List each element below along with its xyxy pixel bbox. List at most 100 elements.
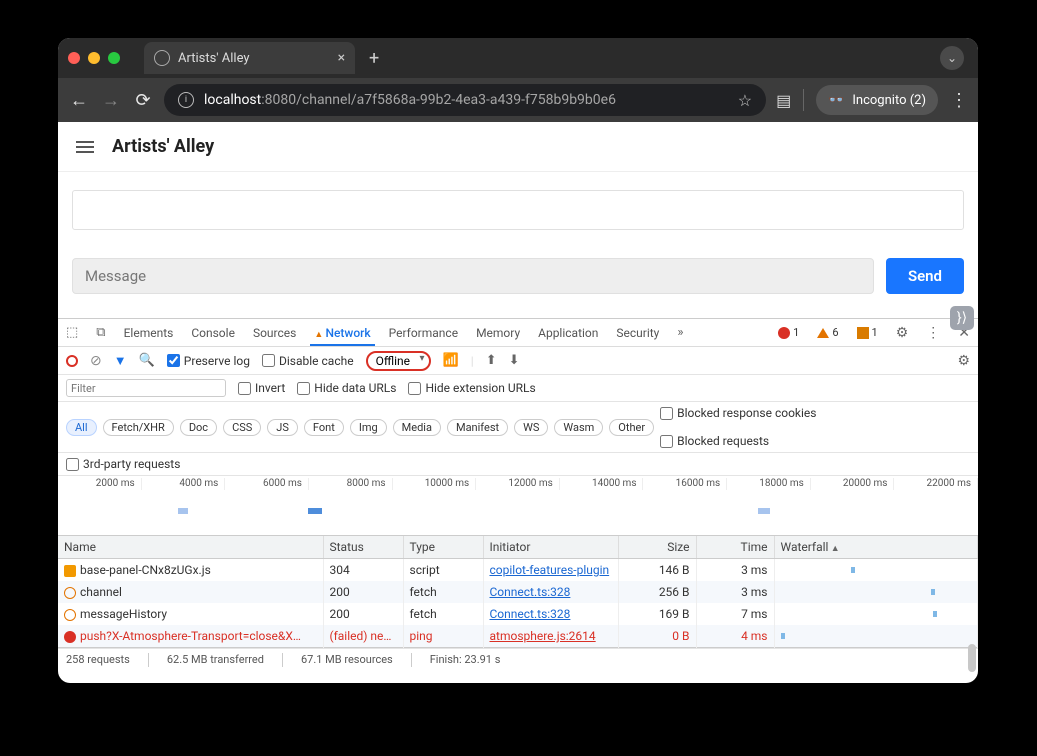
error-count-badge[interactable]: 1 bbox=[778, 326, 799, 339]
inspect-icon[interactable]: ⬚ bbox=[66, 325, 78, 340]
initiator-link[interactable]: copilot-features-plugin bbox=[490, 563, 610, 577]
issues-count-badge[interactable]: 1 bbox=[857, 326, 878, 339]
minimize-window-icon[interactable] bbox=[88, 52, 100, 64]
tab-elements[interactable]: Elements bbox=[124, 326, 174, 340]
col-type[interactable]: Type bbox=[403, 536, 483, 559]
type-chip-other[interactable]: Other bbox=[609, 419, 654, 436]
initiator-link[interactable]: Connect.ts:328 bbox=[490, 607, 571, 621]
throttling-select[interactable]: Offline bbox=[366, 351, 431, 371]
devtools-menu-icon[interactable]: ⋮ bbox=[926, 325, 940, 341]
type-chip-css[interactable]: CSS bbox=[223, 419, 261, 436]
status-transferred: 62.5 MB transferred bbox=[167, 653, 264, 666]
type-chip-media[interactable]: Media bbox=[393, 419, 441, 436]
vaadin-devmode-badge[interactable]: }⟩ bbox=[950, 306, 974, 330]
record-icon[interactable] bbox=[66, 355, 78, 367]
type-chip-ws[interactable]: WS bbox=[514, 419, 548, 436]
tabs-overflow-icon[interactable]: » bbox=[677, 325, 683, 340]
send-button[interactable]: Send bbox=[886, 258, 964, 294]
third-party-row: 3rd-party requests bbox=[58, 453, 978, 476]
page-body: Send bbox=[58, 172, 978, 318]
reader-mode-icon[interactable]: ▤ bbox=[776, 91, 791, 110]
tab-sources[interactable]: Sources bbox=[253, 326, 296, 340]
omnibox[interactable]: i localhost:8080/channel/a7f5868a-99b2-4… bbox=[164, 84, 766, 116]
type-chip-js[interactable]: JS bbox=[267, 419, 298, 436]
col-status[interactable]: Status bbox=[323, 536, 403, 559]
blocked-requests-checkbox[interactable]: Blocked requests bbox=[660, 434, 816, 448]
network-toolbar: ⊘ ▼ 🔍 Preserve log Disable cache Offline… bbox=[58, 347, 978, 375]
warning-count-badge[interactable]: 6 bbox=[817, 326, 838, 339]
bookmark-icon[interactable]: ☆ bbox=[738, 91, 752, 110]
clear-icon[interactable]: ⊘ bbox=[90, 353, 102, 369]
request-type-icon bbox=[64, 565, 76, 577]
table-row[interactable]: messageHistory200fetchConnect.ts:328169 … bbox=[58, 603, 978, 625]
network-settings-icon[interactable]: ⚙ bbox=[957, 353, 970, 369]
browser-menu-button[interactable]: ⋮ bbox=[950, 90, 968, 111]
type-chip-fetch-xhr[interactable]: Fetch/XHR bbox=[103, 419, 174, 436]
separator bbox=[803, 89, 804, 111]
close-window-icon[interactable] bbox=[68, 52, 80, 64]
tab-overflow-button[interactable]: ⌄ bbox=[940, 46, 964, 70]
third-party-checkbox[interactable]: 3rd-party requests bbox=[66, 457, 970, 471]
request-type-icon bbox=[64, 587, 76, 599]
forward-button[interactable]: → bbox=[100, 90, 122, 111]
preserve-log-checkbox[interactable]: Preserve log bbox=[167, 354, 250, 368]
incognito-icon: 👓 bbox=[828, 93, 844, 108]
tab-network[interactable]: Network bbox=[314, 326, 370, 340]
search-icon[interactable]: 🔍 bbox=[139, 353, 155, 368]
hide-data-urls-checkbox[interactable]: Hide data URLs bbox=[297, 381, 396, 395]
devtools-settings-icon[interactable]: ⚙ bbox=[896, 325, 909, 341]
filter-toggle-icon[interactable]: ▼ bbox=[114, 353, 127, 369]
table-row[interactable]: channel200fetchConnect.ts:328256 B3 ms bbox=[58, 581, 978, 603]
type-chip-wasm[interactable]: Wasm bbox=[554, 419, 603, 436]
col-initiator[interactable]: Initiator bbox=[483, 536, 618, 559]
status-resources: 67.1 MB resources bbox=[301, 653, 393, 666]
hamburger-icon[interactable] bbox=[76, 141, 94, 153]
table-row[interactable]: push?X-Atmosphere-Transport=close&X…(fai… bbox=[58, 625, 978, 648]
col-size[interactable]: Size bbox=[618, 536, 696, 559]
network-conditions-icon[interactable]: 📶 bbox=[443, 353, 459, 368]
type-chip-manifest[interactable]: Manifest bbox=[447, 419, 508, 436]
col-name[interactable]: Name bbox=[58, 536, 323, 559]
blocked-cookies-checkbox[interactable]: Blocked response cookies bbox=[660, 406, 816, 420]
filter-input[interactable] bbox=[66, 379, 226, 397]
message-input[interactable] bbox=[72, 258, 874, 294]
col-waterfall[interactable]: Waterfall bbox=[774, 536, 978, 559]
upload-har-icon[interactable]: ⬆ bbox=[486, 353, 497, 368]
compose-row: Send bbox=[72, 258, 964, 294]
request-type-icon bbox=[64, 609, 76, 621]
disable-cache-checkbox[interactable]: Disable cache bbox=[262, 354, 354, 368]
messages-panel bbox=[72, 190, 964, 230]
tab-console[interactable]: Console bbox=[191, 326, 235, 340]
close-tab-icon[interactable]: × bbox=[338, 50, 345, 66]
type-chip-font[interactable]: Font bbox=[304, 419, 344, 436]
reload-button[interactable]: ⟳ bbox=[132, 90, 154, 111]
download-har-icon[interactable]: ⬇ bbox=[509, 353, 520, 368]
status-finish: Finish: 23.91 s bbox=[430, 653, 501, 666]
tab-artists-alley[interactable]: Artists' Alley × bbox=[144, 42, 355, 74]
new-tab-button[interactable]: + bbox=[369, 48, 379, 69]
back-button[interactable]: ← bbox=[68, 90, 90, 111]
initiator-link[interactable]: atmosphere.js:2614 bbox=[490, 629, 596, 643]
network-timeline[interactable]: 2000 ms4000 ms6000 ms8000 ms10000 ms1200… bbox=[58, 476, 978, 536]
type-chip-all[interactable]: All bbox=[66, 419, 97, 436]
incognito-chip[interactable]: 👓 Incognito (2) bbox=[816, 85, 938, 115]
col-time[interactable]: Time bbox=[696, 536, 774, 559]
type-chip-doc[interactable]: Doc bbox=[180, 419, 217, 436]
request-type-icon bbox=[64, 631, 76, 643]
tab-performance[interactable]: Performance bbox=[389, 326, 458, 340]
initiator-link[interactable]: Connect.ts:328 bbox=[490, 585, 571, 599]
device-toggle-icon[interactable]: ⧉ bbox=[96, 325, 105, 340]
tab-security[interactable]: Security bbox=[616, 326, 659, 340]
scrollbar-thumb[interactable] bbox=[968, 644, 976, 672]
type-filter-row: All Fetch/XHR Doc CSS JS Font Img Media Manifest… bbox=[58, 402, 978, 453]
tab-strip: Artists' Alley × + ⌄ bbox=[58, 38, 978, 78]
type-chip-img[interactable]: Img bbox=[350, 419, 387, 436]
invert-checkbox[interactable]: Invert bbox=[238, 381, 285, 395]
hide-ext-urls-checkbox[interactable]: Hide extension URLs bbox=[408, 381, 535, 395]
tab-memory[interactable]: Memory bbox=[476, 326, 520, 340]
devtools-tabbar: ⬚ ⧉ Elements Console Sources Network Per… bbox=[58, 319, 978, 347]
site-info-icon[interactable]: i bbox=[178, 92, 194, 108]
maximize-window-icon[interactable] bbox=[108, 52, 120, 64]
tab-application[interactable]: Application bbox=[538, 326, 598, 340]
table-row[interactable]: base-panel-CNx8zUGx.js304scriptcopilot-f… bbox=[58, 559, 978, 582]
